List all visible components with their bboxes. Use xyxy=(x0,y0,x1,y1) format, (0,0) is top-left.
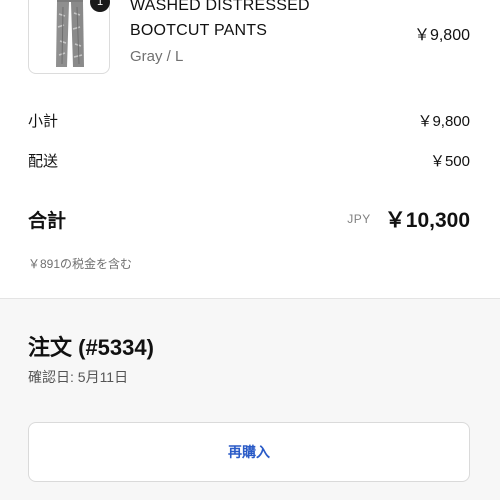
shipping-row: 配送 ￥500 xyxy=(28,150,470,171)
subtotal-label: 小計 xyxy=(28,113,59,130)
total-amount: JPY ￥10,300 xyxy=(347,204,470,234)
order-title: 注文 (#5334) xyxy=(28,335,154,360)
currency-code: JPY xyxy=(347,212,371,226)
confirmation-date: 確認日: 5月11日 xyxy=(28,369,129,385)
total-row: 合計 JPY ￥10,300 xyxy=(28,204,470,234)
shipping-value: ￥500 xyxy=(429,153,470,170)
product-variant: Gray / L xyxy=(130,48,184,65)
total-label: 合計 xyxy=(28,210,67,232)
order-status-page: 1 WASHED DISTRESSED BOOTCUT PANTS Gray /… xyxy=(0,0,500,500)
order-section: 注文 (#5334) 確認日: 5月11日 再購入 xyxy=(0,298,500,500)
product-price: ￥9,800 xyxy=(413,27,470,44)
product-name: WASHED DISTRESSED BOOTCUT PANTS xyxy=(130,0,390,43)
total-value: ￥10,300 xyxy=(384,209,470,232)
shipping-label: 配送 xyxy=(28,153,59,170)
tax-note: ￥891の税金を含む xyxy=(28,257,133,271)
line-item: 1 WASHED DISTRESSED BOOTCUT PANTS Gray /… xyxy=(0,0,500,90)
product-name-line1: WASHED DISTRESSED xyxy=(130,0,310,14)
reorder-button-label: 再購入 xyxy=(228,444,270,460)
product-name-line2: BOOTCUT PANTS xyxy=(130,22,268,39)
reorder-button[interactable]: 再購入 xyxy=(28,422,470,482)
subtotal-value: ￥9,800 xyxy=(417,113,470,130)
subtotal-row: 小計 ￥9,800 xyxy=(28,110,470,131)
